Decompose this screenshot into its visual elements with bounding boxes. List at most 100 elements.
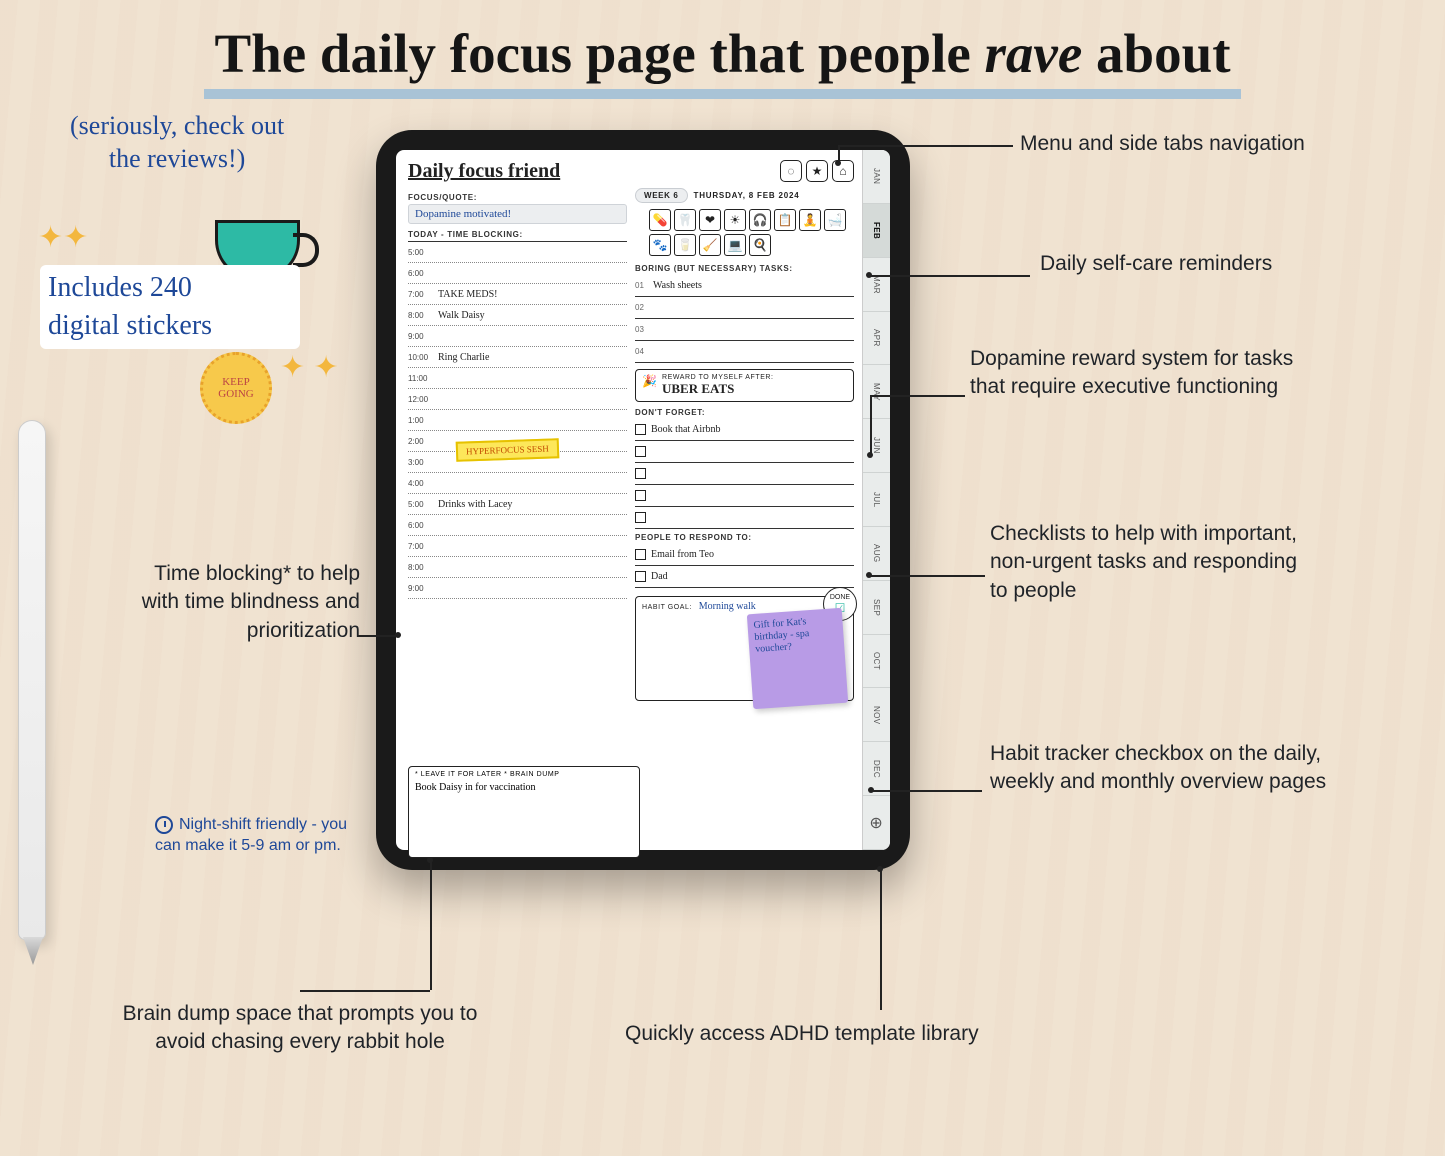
time-row[interactable]: 9:00: [408, 326, 627, 347]
respond-item[interactable]: Dad: [635, 566, 854, 588]
week-pill[interactable]: WEEK 6: [635, 188, 688, 203]
leader-line: [870, 575, 985, 577]
selfcare-icon[interactable]: ☀: [724, 209, 746, 231]
reward-label: REWARD TO MYSELF AFTER:: [662, 374, 847, 381]
time-entry[interactable]: TAKE MEDS!: [438, 289, 497, 300]
time-hour: 8:00: [408, 563, 438, 572]
selfcare-icon[interactable]: 🧹: [699, 234, 721, 256]
focus-value[interactable]: Dopamine motivated!: [408, 204, 627, 224]
leader-line: [870, 395, 965, 397]
forget-item[interactable]: [635, 507, 854, 529]
leader-dot: [427, 857, 433, 863]
leader-line: [300, 990, 430, 992]
selfcare-icon[interactable]: 🧘: [799, 209, 821, 231]
month-tab-jan[interactable]: JAN: [863, 150, 890, 204]
habit-value[interactable]: Morning walk: [699, 601, 756, 612]
month-tab-apr[interactable]: APR: [863, 312, 890, 366]
time-row[interactable]: 12:00: [408, 389, 627, 410]
time-hour: 9:00: [408, 584, 438, 593]
self-care-row: 💊🦷❤☀🎧📋🧘🛁 🐾🥛🧹💻🍳: [635, 209, 854, 256]
time-entry[interactable]: Drinks with Lacey: [438, 499, 512, 510]
callout-selfcare: Daily self-care reminders: [1040, 250, 1272, 278]
selfcare-icon[interactable]: 🥛: [674, 234, 696, 256]
selfcare-icon[interactable]: 🎧: [749, 209, 771, 231]
time-hour: 8:00: [408, 311, 438, 320]
time-row[interactable]: 11:00: [408, 368, 627, 389]
respond-item[interactable]: Email from Teo: [635, 544, 854, 566]
reward-value[interactable]: UBER EATS: [662, 381, 847, 397]
selfcare-icon[interactable]: 💊: [649, 209, 671, 231]
time-row[interactable]: 5:00: [408, 242, 627, 263]
brain-dump-box: * LEAVE IT FOR LATER * BRAIN DUMP Book D…: [408, 766, 640, 858]
boring-task-row[interactable]: 01Wash sheets: [635, 275, 854, 297]
time-row[interactable]: 5:00Drinks with Lacey: [408, 494, 627, 515]
callout-timeblock: Time blocking* to help with time blindne…: [130, 560, 360, 645]
clock-icon: [155, 816, 173, 834]
boring-task-row[interactable]: 03: [635, 319, 854, 341]
leader-line: [430, 860, 432, 990]
selfcare-icon[interactable]: ❤: [699, 209, 721, 231]
month-tab-jun[interactable]: JUN: [863, 419, 890, 473]
time-row[interactable]: 8:00Walk Daisy: [408, 305, 627, 326]
time-row[interactable]: 4:00: [408, 473, 627, 494]
time-row[interactable]: 8:00: [408, 557, 627, 578]
brain-dump-text[interactable]: Book Daisy in for vaccination: [415, 782, 633, 793]
month-tab-feb[interactable]: FEB: [863, 204, 890, 258]
month-tab-nov[interactable]: NOV: [863, 688, 890, 742]
time-row[interactable]: 6:00: [408, 515, 627, 536]
date-row: WEEK 6 THURSDAY, 8 FEB 2024: [635, 188, 854, 203]
time-row[interactable]: 7:00: [408, 536, 627, 557]
respond-label: PEOPLE TO RESPOND TO:: [635, 533, 854, 542]
selfcare-icon[interactable]: 🛁: [824, 209, 846, 231]
leader-dot: [866, 272, 872, 278]
leader-line: [838, 145, 1013, 147]
month-tab-sep[interactable]: SEP: [863, 581, 890, 635]
month-tab-jul[interactable]: JUL: [863, 473, 890, 527]
hyperfocus-sticker: HYPERFOCUS SESH: [456, 438, 559, 462]
time-entry[interactable]: Walk Daisy: [438, 310, 485, 321]
forget-item[interactable]: [635, 485, 854, 507]
planner-right-column: ◌ ★ ⌂ WEEK 6 THURSDAY, 8 FEB 2024 💊🦷❤☀🎧📋…: [635, 160, 854, 842]
time-entry[interactable]: Ring Charlie: [438, 352, 489, 363]
headline-pre: The daily focus page that people: [214, 23, 984, 84]
leader-dot: [835, 160, 841, 166]
keep-going-sticker: KEEP GOING: [200, 352, 272, 424]
boring-task-row[interactable]: 04: [635, 341, 854, 363]
selfcare-icon[interactable]: 📋: [774, 209, 796, 231]
globe-icon[interactable]: ◌: [780, 160, 802, 182]
month-tab-mar[interactable]: MAR: [863, 258, 890, 312]
checkbox-icon[interactable]: [635, 549, 646, 560]
checkbox-icon[interactable]: [635, 512, 646, 523]
checkbox-icon[interactable]: [635, 446, 646, 457]
forget-item[interactable]: [635, 463, 854, 485]
time-row[interactable]: 9:00: [408, 578, 627, 599]
star-icon[interactable]: ★: [806, 160, 828, 182]
time-row[interactable]: 1:00: [408, 410, 627, 431]
time-hour: 9:00: [408, 332, 438, 341]
checkbox-icon[interactable]: [635, 468, 646, 479]
selfcare-icon[interactable]: 🦷: [674, 209, 696, 231]
sticky-note: Gift for Kat's birthday - spa voucher?: [747, 608, 848, 709]
month-tab-may[interactable]: MAY: [863, 365, 890, 419]
leader-dot: [867, 452, 873, 458]
month-tab-dec[interactable]: DEC: [863, 742, 890, 796]
checkbox-icon[interactable]: [635, 490, 646, 501]
selfcare-icon[interactable]: 🐾: [649, 234, 671, 256]
selfcare-icon[interactable]: 💻: [724, 234, 746, 256]
forget-item[interactable]: Book that Airbnb: [635, 419, 854, 441]
checkbox-icon[interactable]: [635, 424, 646, 435]
time-row[interactable]: 7:00TAKE MEDS!: [408, 284, 627, 305]
time-row[interactable]: 6:00: [408, 263, 627, 284]
callout-library: Quickly access ADHD template library: [625, 1020, 979, 1048]
checkbox-icon[interactable]: [635, 571, 646, 582]
add-tab-button[interactable]: ⊕: [863, 796, 890, 850]
time-hour: 5:00: [408, 248, 438, 257]
time-hour: 6:00: [408, 521, 438, 530]
selfcare-icon[interactable]: 🍳: [749, 234, 771, 256]
month-tab-oct[interactable]: OCT: [863, 635, 890, 689]
respond-list: Email from TeoDad: [635, 544, 854, 588]
time-hour: 7:00: [408, 290, 438, 299]
boring-task-row[interactable]: 02: [635, 297, 854, 319]
forget-item[interactable]: [635, 441, 854, 463]
time-row[interactable]: 10:00Ring Charlie: [408, 347, 627, 368]
